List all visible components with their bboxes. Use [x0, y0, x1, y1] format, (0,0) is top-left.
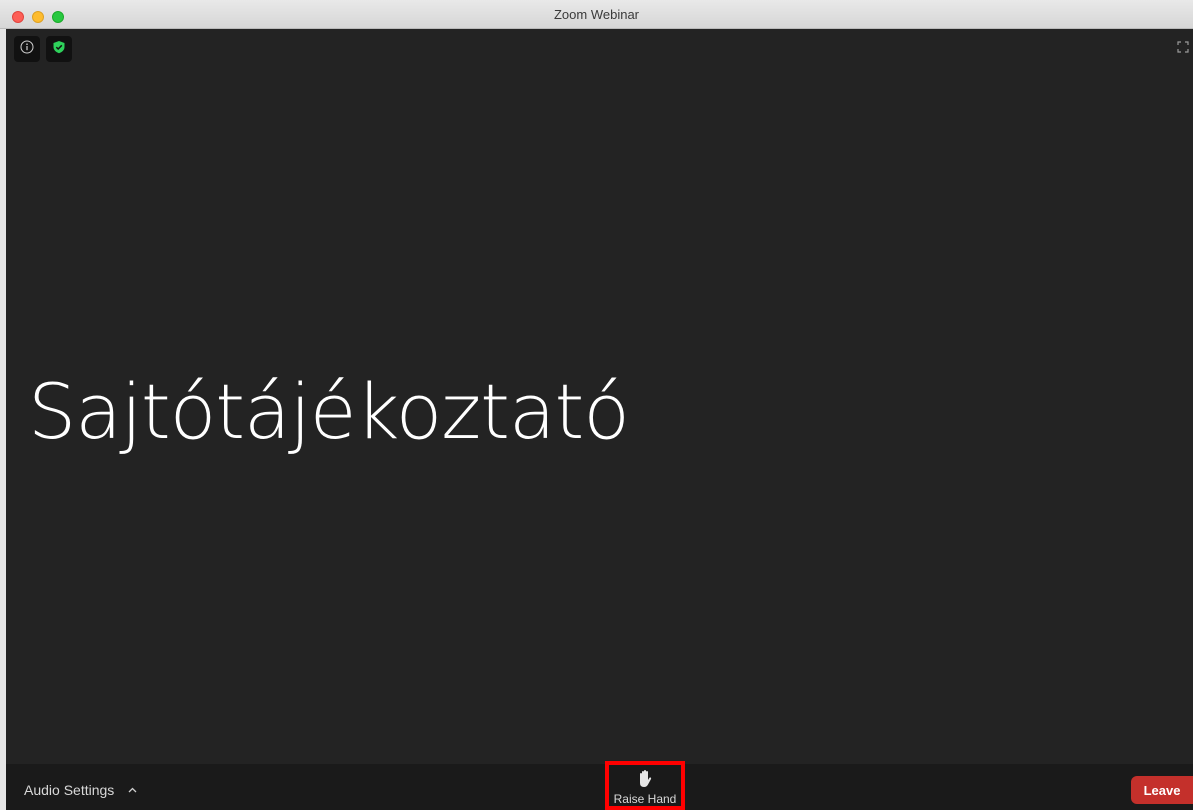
- zoom-window: Zoom Webinar Sajtótájékoztató Audio Sett…: [0, 0, 1193, 810]
- leave-button[interactable]: Leave: [1131, 776, 1193, 804]
- fullscreen-button[interactable]: [1173, 39, 1193, 59]
- raise-hand-label: Raise Hand: [613, 792, 677, 806]
- chevron-up-icon[interactable]: [128, 785, 137, 796]
- window-title: Zoom Webinar: [553, 7, 639, 22]
- audio-settings-button[interactable]: Audio Settings: [24, 782, 137, 798]
- title-bar[interactable]: Zoom Webinar: [0, 0, 1193, 29]
- raise-hand-button[interactable]: Raise Hand: [605, 761, 685, 810]
- slide-title: Sajtótájékoztató: [28, 367, 630, 456]
- shield-check-icon: [52, 40, 66, 59]
- shared-screen-area: Sajtótájékoztató: [6, 29, 1193, 764]
- info-icon: [20, 40, 34, 59]
- meeting-toolbar: Audio Settings Raise Hand Leave: [6, 761, 1193, 810]
- fullscreen-icon: [1177, 40, 1189, 58]
- audio-settings-label: Audio Settings: [24, 782, 115, 798]
- hand-icon: [637, 769, 653, 789]
- meeting-info-button[interactable]: [14, 36, 40, 62]
- encryption-button[interactable]: [46, 36, 72, 62]
